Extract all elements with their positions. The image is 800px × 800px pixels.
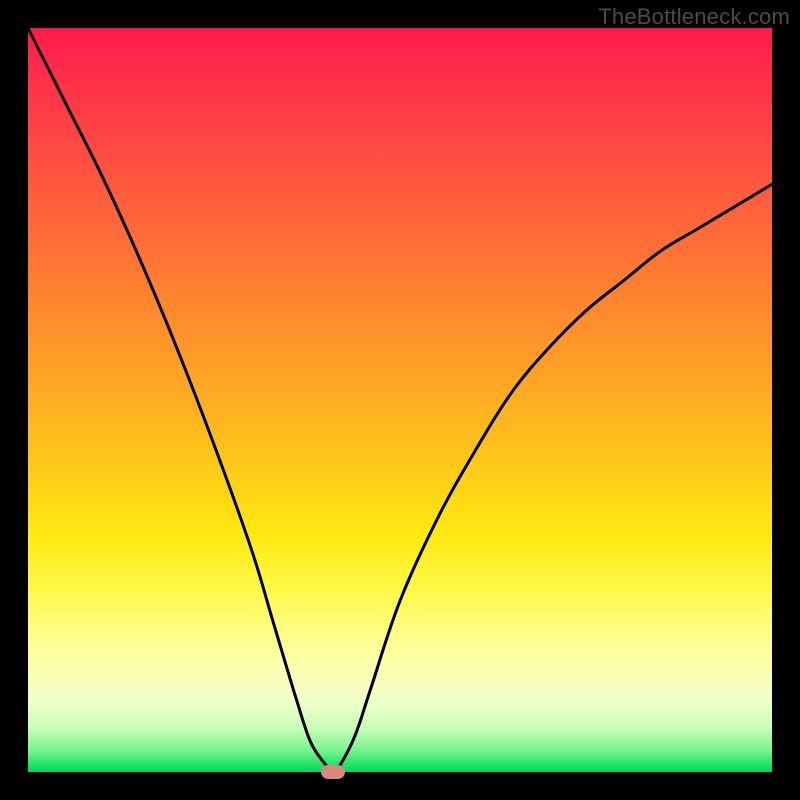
watermark-text: TheBottleneck.com xyxy=(598,4,790,30)
chart-frame: TheBottleneck.com xyxy=(0,0,800,800)
bottleneck-curve xyxy=(28,28,772,772)
plot-area xyxy=(28,28,772,772)
optimal-point-marker xyxy=(321,765,345,779)
